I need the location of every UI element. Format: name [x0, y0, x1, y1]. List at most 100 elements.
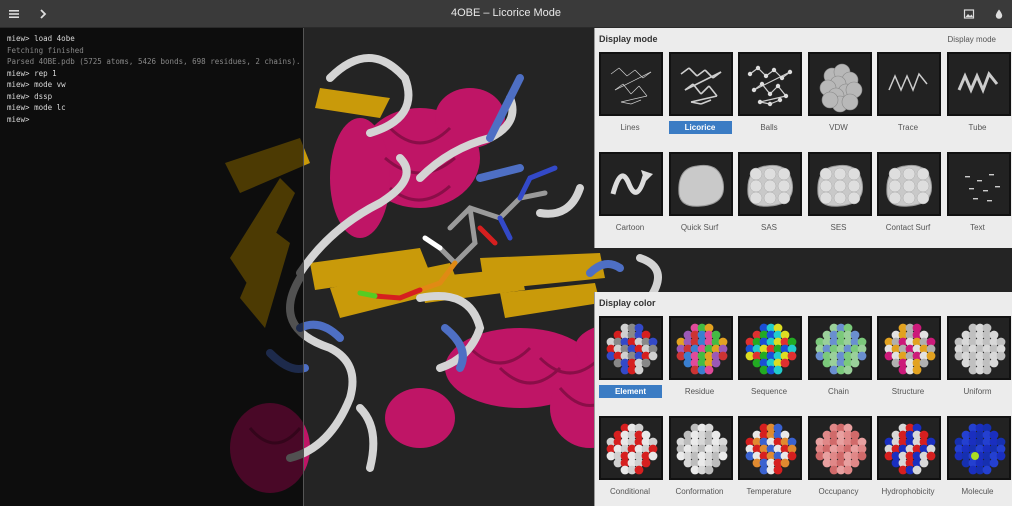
thumbnail[interactable]	[946, 316, 1011, 380]
thumbnail[interactable]	[599, 316, 663, 380]
color-option-sequence[interactable]: Sequence	[736, 316, 802, 401]
mode-preview	[957, 71, 998, 95]
thumbnail[interactable]	[877, 52, 941, 116]
thumbnail[interactable]	[738, 152, 802, 216]
option-label: Occupancy	[818, 487, 859, 496]
color-option-uniform[interactable]: Uniform	[945, 316, 1011, 401]
option-label: Cartoon	[615, 223, 645, 232]
option-label: VDW	[829, 123, 848, 132]
mode-preview	[888, 72, 928, 93]
option-label: Trace	[897, 123, 919, 132]
color-preview	[745, 423, 797, 475]
color-preview	[884, 323, 936, 375]
thumbnail[interactable]	[738, 416, 802, 480]
mode-option-quick-surf[interactable]: Quick Surf	[667, 152, 733, 237]
color-option-occupancy[interactable]: Occupancy	[806, 416, 872, 501]
thumbnail[interactable]	[599, 152, 663, 216]
console-line: miew> dssp	[7, 91, 53, 101]
thumbnail[interactable]	[807, 416, 872, 480]
color-option-element[interactable]: Element	[597, 316, 663, 401]
thumbnail[interactable]	[877, 152, 941, 216]
mode-preview	[816, 164, 863, 207]
console-line: miew> load 4obe	[7, 34, 75, 43]
thumbnail[interactable]	[738, 52, 802, 116]
mode-preview	[680, 67, 721, 105]
thumbnail[interactable]	[946, 416, 1011, 480]
color-preview	[606, 423, 658, 475]
console-prompt[interactable]: miew>	[0, 114, 301, 126]
color-preview	[815, 423, 866, 475]
thumbnail[interactable]	[599, 416, 663, 480]
option-label: Quick Surf	[680, 223, 719, 232]
color-preview	[884, 423, 936, 475]
display-color-panel: Display color Element Residue Sequence Chai…	[594, 292, 1012, 506]
mode-option-ses[interactable]: SES	[806, 152, 872, 237]
thumbnail[interactable]	[807, 316, 872, 380]
thumbnail[interactable]	[738, 316, 802, 380]
mode-option-licorice[interactable]: Licorice	[667, 52, 733, 137]
thumbnail[interactable]	[599, 52, 663, 116]
mode-preview	[610, 67, 652, 105]
display-settings-icon[interactable]	[955, 0, 982, 27]
thumbnail[interactable]	[668, 52, 733, 116]
option-label: Structure	[891, 387, 925, 396]
color-option-molecule[interactable]: Molecule	[945, 416, 1011, 501]
color-option-residue[interactable]: Residue	[667, 316, 733, 401]
thumbnail[interactable]	[946, 152, 1011, 216]
color-preview	[745, 323, 797, 375]
thumbnail[interactable]	[946, 52, 1011, 116]
thumbnail[interactable]	[807, 52, 872, 116]
option-label: Tube	[968, 123, 987, 132]
mode-preview	[610, 170, 653, 195]
color-option-structure[interactable]: Structure	[875, 316, 941, 401]
console-line: miew> rep 1	[7, 68, 57, 78]
option-label: Balls	[760, 123, 778, 132]
thumbnail[interactable]	[877, 316, 941, 380]
color-option-chain[interactable]: Chain	[806, 316, 872, 401]
option-label: Molecule	[961, 487, 994, 496]
option-label: Licorice	[668, 121, 732, 134]
mode-option-vdw[interactable]: VDW	[806, 52, 872, 137]
mode-preview	[747, 65, 793, 107]
thumbnail[interactable]	[807, 152, 872, 216]
color-option-hydrophobicity[interactable]: Hydrophobicity	[875, 416, 941, 501]
console-line: Fetching finished	[7, 45, 84, 55]
mode-option-trace[interactable]: Trace	[875, 52, 941, 137]
option-label: Hydrophobicity	[881, 487, 935, 496]
console-output: miew> load 4obe Fetching finished Parsed…	[0, 33, 301, 125]
mode-option-tube[interactable]: Tube	[945, 52, 1011, 137]
display-mode-panel: Display mode Display mode Lines Licorice B…	[594, 28, 1012, 248]
mode-option-contact-surf[interactable]: Contact Surf	[875, 152, 941, 237]
color-settings-icon[interactable]	[985, 0, 1012, 27]
option-label: Conditional	[609, 487, 651, 496]
option-label: Temperature	[746, 487, 792, 496]
mode-option-balls[interactable]: Balls	[736, 52, 802, 137]
thumbnail[interactable]	[668, 316, 733, 380]
thumbnail[interactable]	[668, 416, 733, 480]
color-preview	[815, 323, 866, 375]
console-line: Parsed 4OBE.pdb (5725 atoms, 5426 bonds,…	[7, 57, 301, 66]
window-title: 4OBE – Licorice Mode	[450, 7, 562, 19]
mode-option-cartoon[interactable]: Cartoon	[597, 152, 663, 237]
thumbnail[interactable]	[668, 152, 733, 216]
mode-preview	[747, 164, 794, 207]
color-option-temperature[interactable]: Temperature	[736, 416, 802, 501]
mode-preview	[677, 164, 724, 207]
option-label: Lines	[620, 123, 640, 132]
color-option-conformation[interactable]: Conformation	[667, 416, 733, 501]
option-label: SES	[830, 223, 847, 232]
color-option-conditional[interactable]: Conditional	[597, 416, 663, 501]
console-panel[interactable]: miew> load 4obe Fetching finished Parsed…	[0, 28, 304, 506]
mode-option-sas[interactable]: SAS	[736, 152, 802, 237]
mode-option-text[interactable]: Text	[945, 152, 1011, 237]
display-mode-current: Display mode	[947, 35, 996, 44]
mode-option-lines[interactable]: Lines	[597, 52, 663, 137]
option-label: SAS	[760, 223, 777, 232]
color-preview	[676, 323, 727, 375]
mode-preview	[819, 63, 862, 113]
thumbnail[interactable]	[877, 416, 941, 480]
option-label: Chain	[828, 387, 849, 396]
top-bar: 4OBE – Licorice Mode	[0, 0, 1012, 28]
color-preview	[954, 423, 1005, 475]
option-label: Uniform	[963, 387, 992, 396]
